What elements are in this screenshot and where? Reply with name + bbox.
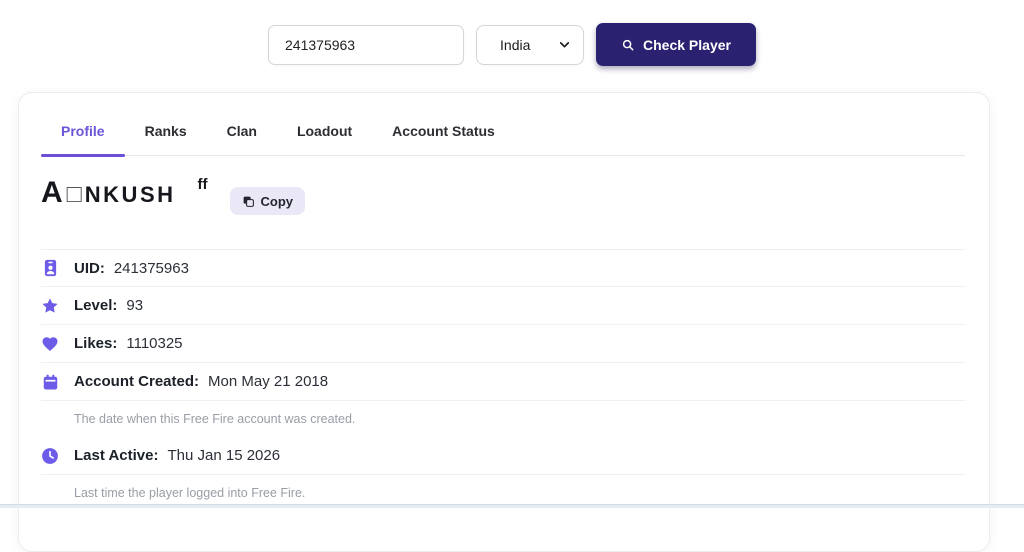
player-name-row: A□NKUSH ff Copy <box>41 174 965 218</box>
player-name-suffix: ff <box>198 176 208 193</box>
search-icon <box>621 38 635 52</box>
copy-icon <box>242 195 255 208</box>
tab-profile[interactable]: Profile <box>41 121 125 155</box>
uid-input[interactable] <box>268 25 464 65</box>
tab-account-status[interactable]: Account Status <box>372 121 515 155</box>
copy-button[interactable]: Copy <box>230 187 306 215</box>
row-label: Level: <box>74 297 117 314</box>
region-select[interactable]: India <box>476 25 584 65</box>
row-label: Account Created: <box>74 373 199 390</box>
info-row-level: Level: 93 <box>41 287 965 325</box>
tab-clan[interactable]: Clan <box>207 121 277 155</box>
chevron-down-icon <box>558 38 571 51</box>
id-badge-icon <box>41 259 59 277</box>
row-description: The date when this Free Fire account was… <box>41 401 965 437</box>
heart-icon <box>41 335 59 353</box>
profile-card: Profile Ranks Clan Loadout Account Statu… <box>18 92 990 552</box>
row-value: 241375963 <box>114 260 189 277</box>
missing-glyph-box: □ <box>67 180 82 208</box>
player-name-rest: NKUSH <box>85 182 176 207</box>
viewport-bottom-edge <box>0 504 1024 508</box>
star-icon <box>41 297 59 315</box>
tab-bar: Profile Ranks Clan Loadout Account Statu… <box>41 121 965 156</box>
clock-icon <box>41 447 59 465</box>
info-list: UID: 241375963 Level: 93 Likes: 1110325 <box>41 249 965 511</box>
row-label: UID: <box>74 260 105 277</box>
check-player-button[interactable]: Check Player <box>596 23 756 66</box>
copy-label: Copy <box>261 194 294 209</box>
row-value: Thu Jan 15 2026 <box>167 447 280 464</box>
row-value: 93 <box>126 297 143 314</box>
row-label: Last Active: <box>74 447 158 464</box>
calendar-icon <box>41 373 59 391</box>
row-value: Mon May 21 2018 <box>208 373 328 390</box>
region-select-value: India <box>500 37 530 53</box>
row-value: 1110325 <box>126 335 182 352</box>
info-row-account-created: Account Created: Mon May 21 2018 <box>41 363 965 401</box>
row-label: Likes: <box>74 335 117 352</box>
tab-ranks[interactable]: Ranks <box>125 121 207 155</box>
topbar: India Check Player <box>0 0 1024 66</box>
tab-loadout[interactable]: Loadout <box>277 121 372 155</box>
check-player-label: Check Player <box>643 37 731 53</box>
info-row-uid: UID: 241375963 <box>41 249 965 287</box>
player-name-first: A <box>41 176 64 209</box>
info-row-last-active: Last Active: Thu Jan 15 2026 <box>41 437 965 475</box>
player-name: A□NKUSH <box>41 174 176 212</box>
info-row-likes: Likes: 1110325 <box>41 325 965 363</box>
